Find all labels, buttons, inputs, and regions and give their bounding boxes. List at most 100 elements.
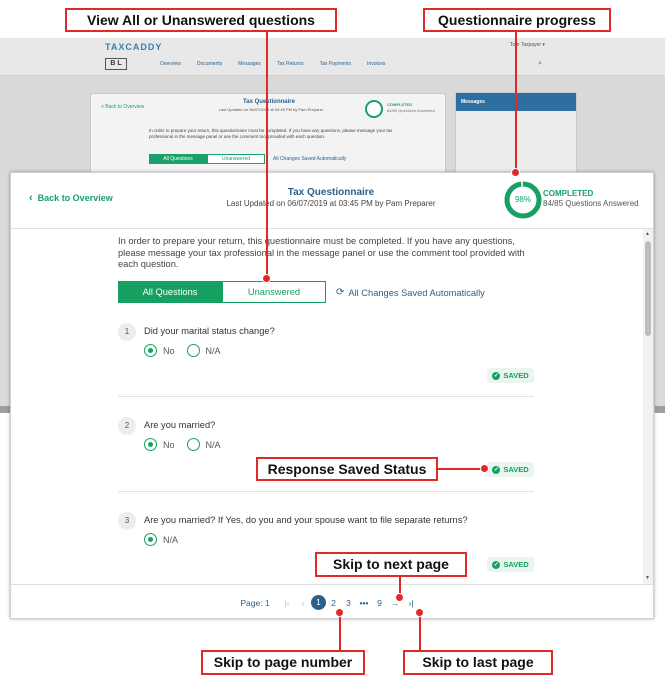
check-icon: ✓ xyxy=(492,465,501,474)
question-number: 1 xyxy=(118,323,136,341)
saved-badge: ✓ SAVED xyxy=(487,462,534,477)
question-divider xyxy=(118,491,534,492)
option-label: N/A xyxy=(205,345,221,356)
callout-line xyxy=(339,612,341,650)
questionnaire-body: In order to prepare your return, this qu… xyxy=(11,229,653,584)
background-edge-left xyxy=(0,406,10,413)
answer-options: No N/A xyxy=(144,438,221,451)
status-badge: COMPLETED xyxy=(543,189,594,198)
background-topbar: TAXCADDY Tom Taxpayer ▾ B L Overview Doc… xyxy=(0,38,665,76)
saved-badge: ✓ SAVED xyxy=(487,557,534,572)
background-tab-all[interactable]: All Questions xyxy=(149,154,207,164)
first-page-icon[interactable]: |‹ xyxy=(279,598,295,608)
question-number: 2 xyxy=(118,417,136,435)
last-page-icon[interactable]: ›| xyxy=(403,598,419,608)
nav-messages[interactable]: Messages xyxy=(238,61,261,67)
nav-invoices[interactable]: Invoices xyxy=(367,61,385,67)
radio-selected-icon[interactable] xyxy=(144,344,157,357)
nav-tax-payments[interactable]: Tax Payments xyxy=(320,61,351,67)
progress-ring: 98% xyxy=(503,180,543,220)
callout-dot xyxy=(511,168,520,177)
radio-selected-icon[interactable] xyxy=(144,438,157,451)
answer-options: N/A xyxy=(144,533,178,546)
background-completed: COMPLETED xyxy=(387,102,413,107)
saved-badge: ✓ SAVED xyxy=(487,368,534,383)
annotated-screenshot: TAXCADDY Tom Taxpayer ▾ B L Overview Doc… xyxy=(0,0,665,683)
background-card-title: Tax Questionnaire xyxy=(243,99,295,105)
saved-label: SAVED xyxy=(503,560,529,569)
option-na[interactable]: N/A xyxy=(144,533,178,546)
autosave-status: ⟳ All Changes Saved Automatically xyxy=(336,287,485,298)
scroll-up-icon[interactable]: ▲ xyxy=(645,231,650,237)
check-icon: ✓ xyxy=(492,371,501,380)
background-back-link[interactable]: < Back to Overview xyxy=(101,104,144,110)
option-na[interactable]: N/A xyxy=(186,344,221,357)
page-indicator: Page: 1 xyxy=(240,597,270,608)
radio-icon[interactable] xyxy=(186,438,200,451)
scrollbar-thumb[interactable] xyxy=(645,241,651,336)
background-intro: In order to prepare your return, this qu… xyxy=(149,128,393,139)
autosave-label: All Changes Saved Automatically xyxy=(348,287,485,298)
nav-overview[interactable]: Overview xyxy=(160,61,181,67)
callout-page-number: Skip to page number xyxy=(201,650,365,675)
chevron-left-icon: ‹ xyxy=(29,191,33,204)
callout-dot xyxy=(335,608,344,617)
last-updated: Last Updated on 06/07/2019 at 03:45 PM b… xyxy=(226,199,436,208)
option-label: N/A xyxy=(163,534,179,545)
firm-logo: B L xyxy=(105,58,127,70)
search-icon[interactable]: ⌕ xyxy=(538,60,542,68)
background-tab-unanswered[interactable]: Unanswered xyxy=(207,154,265,164)
option-na[interactable]: N/A xyxy=(186,438,221,451)
option-no[interactable]: No xyxy=(144,438,175,451)
callout-dot xyxy=(395,593,404,602)
question-text: Are you married? xyxy=(144,420,216,430)
background-nav: Overview Documents Messages Tax Returns … xyxy=(160,61,385,67)
page-button-current[interactable]: 1 xyxy=(311,595,326,610)
pagination-controls: Page: 1 |‹ ‹ 1 2 3 ••• 9 → ›| xyxy=(235,595,419,610)
back-to-overview-link[interactable]: ‹ Back to Overview xyxy=(29,191,113,204)
page-button-last-number[interactable]: 9 xyxy=(372,598,387,608)
scroll-down-icon[interactable]: ▼ xyxy=(645,575,650,581)
background-progress-ring xyxy=(365,100,383,118)
tab-unanswered[interactable]: Unanswered xyxy=(222,281,326,303)
page-title: Tax Questionnaire xyxy=(287,187,375,198)
callout-dot xyxy=(480,464,489,473)
radio-icon[interactable] xyxy=(186,344,200,357)
callout-view-all: View All or Unanswered questions xyxy=(65,8,337,32)
option-no[interactable]: No xyxy=(144,344,175,357)
background-autosave: All Changes Saved Automatically xyxy=(273,156,347,162)
tab-all-questions[interactable]: All Questions xyxy=(118,281,222,303)
vertical-scrollbar[interactable]: ▲ ▼ xyxy=(643,229,653,584)
callout-line xyxy=(266,32,268,278)
questions-answered: 84/85 Questions Answered xyxy=(543,199,639,208)
question-text: Did your marital status change? xyxy=(144,326,275,336)
callout-saved-status: Response Saved Status xyxy=(256,457,438,481)
nav-tax-returns[interactable]: Tax Returns xyxy=(277,61,304,67)
callout-line xyxy=(438,468,484,470)
taxcaddy-logo: TAXCADDY xyxy=(105,42,163,52)
option-label: No xyxy=(163,345,175,356)
background-card-subtitle: Last Updated on 06/07/2019 at 03:45 PM b… xyxy=(218,107,324,112)
radio-selected-icon[interactable] xyxy=(144,533,157,546)
pagination: Page: 1 |‹ ‹ 1 2 3 ••• 9 → ›| xyxy=(11,584,653,618)
saved-label: SAVED xyxy=(503,371,529,380)
option-label: N/A xyxy=(205,439,221,450)
answer-options: No N/A xyxy=(144,344,221,357)
sync-icon: ⟳ xyxy=(336,287,345,298)
question-divider xyxy=(118,396,534,397)
previous-page-icon[interactable]: ‹ xyxy=(295,598,311,608)
pagination-ellipsis: ••• xyxy=(359,597,369,608)
page-button[interactable]: 2 xyxy=(326,598,341,608)
page-button[interactable]: 3 xyxy=(341,598,356,608)
background-edge-right xyxy=(655,406,665,413)
nav-documents[interactable]: Documents xyxy=(197,61,222,67)
back-link-label: Back to Overview xyxy=(37,193,113,203)
question-filter-tabs: All Questions Unanswered xyxy=(118,281,326,303)
saved-label: SAVED xyxy=(503,465,529,474)
check-icon: ✓ xyxy=(492,560,501,569)
background-answered: 84/85 Questions Answered xyxy=(387,108,435,113)
callout-line xyxy=(419,612,421,650)
question-text: Are you married? If Yes, do you and your… xyxy=(144,515,468,525)
option-label: No xyxy=(163,439,175,450)
question-item: 1 Did your marital status change? No N/A… xyxy=(118,323,534,393)
